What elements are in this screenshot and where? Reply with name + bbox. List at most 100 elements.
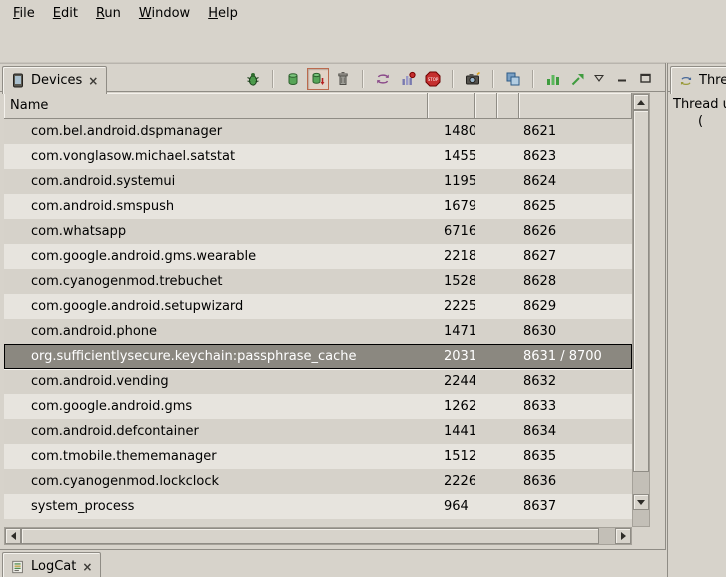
pid-cell: 12623: [428, 394, 475, 419]
column-header-col4[interactable]: [519, 93, 632, 119]
column-header-col1[interactable]: [428, 93, 475, 119]
screen-capture-icon[interactable]: [462, 68, 484, 90]
port-cell: 8629: [519, 294, 632, 319]
update-threads-icon[interactable]: [372, 68, 394, 90]
empty-cell: [475, 394, 497, 419]
menu-file[interactable]: File: [4, 2, 44, 25]
process-row[interactable]: com.tmobile.thememanager15128635: [4, 444, 632, 469]
close-icon[interactable]: [87, 74, 99, 88]
empty-cell: [475, 194, 497, 219]
maximize-icon[interactable]: [637, 70, 653, 86]
update-heap-icon[interactable]: [282, 68, 304, 90]
process-name-cell: com.android.smspush: [4, 194, 428, 219]
process-row[interactable]: org.sufficientlysecure.keychain:passphra…: [4, 344, 632, 369]
pid-cell: 1471: [428, 319, 475, 344]
pid-cell: 6716: [428, 219, 475, 244]
close-icon[interactable]: [81, 560, 93, 574]
minimize-icon[interactable]: [614, 70, 630, 86]
table-header: Name: [4, 93, 632, 119]
empty-cell: [497, 369, 519, 394]
pid-cell: 1512: [428, 444, 475, 469]
stop-process-icon[interactable]: STOP: [422, 68, 444, 90]
scroll-down-button[interactable]: [633, 494, 649, 510]
toolbar-separator: [362, 70, 364, 88]
process-row[interactable]: com.google.android.gms.wearable221858627: [4, 244, 632, 269]
process-row[interactable]: system_process9648637: [4, 494, 632, 519]
empty-cell: [475, 494, 497, 519]
port-cell: 8632: [519, 369, 632, 394]
pid-cell: 22440: [428, 369, 475, 394]
process-name-cell: com.cyanogenmod.trebuchet: [4, 269, 428, 294]
scroll-right-button[interactable]: [615, 528, 631, 544]
process-name-cell: com.google.android.gms: [4, 394, 428, 419]
scroll-up-button[interactable]: [633, 94, 649, 110]
process-name-cell: com.android.systemui: [4, 169, 428, 194]
pid-cell: 1528: [428, 269, 475, 294]
horizontal-scrollbar-thumb[interactable]: [21, 528, 599, 544]
scroll-left-button[interactable]: [5, 528, 21, 544]
pid-cell: 1480: [428, 119, 475, 144]
pid-cell: 22265: [428, 469, 475, 494]
process-row[interactable]: com.vonglasow.michael.satstat145538623: [4, 144, 632, 169]
empty-cell: [497, 294, 519, 319]
left-arrow-icon: [11, 532, 16, 540]
empty-cell: [497, 494, 519, 519]
process-row[interactable]: com.android.vending22440 8632: [4, 369, 632, 394]
process-row[interactable]: com.bel.android.dspmanager14808621: [4, 119, 632, 144]
table-filler: [4, 519, 632, 527]
tab-devices[interactable]: Devices: [2, 66, 107, 94]
process-row[interactable]: com.android.phone14718630: [4, 319, 632, 344]
menu-edit[interactable]: Edit: [44, 2, 87, 25]
empty-cell: [497, 469, 519, 494]
capture-systrace-icon[interactable]: [542, 68, 564, 90]
empty-cell: [475, 119, 497, 144]
column-header-col3[interactable]: [497, 93, 519, 119]
empty-cell: [475, 319, 497, 344]
column-header-col2[interactable]: [475, 93, 497, 119]
toolbar-separator: [492, 70, 494, 88]
toolbar-separator: [532, 70, 534, 88]
process-row[interactable]: com.android.defcontainer144118634: [4, 419, 632, 444]
process-row[interactable]: com.whatsapp67168626: [4, 219, 632, 244]
horizontal-scrollbar[interactable]: [4, 527, 632, 545]
menu-help[interactable]: Help: [199, 2, 247, 25]
debug-icon[interactable]: [242, 68, 264, 90]
process-row[interactable]: com.android.systemui11958624: [4, 169, 632, 194]
empty-cell: [497, 419, 519, 444]
devices-toolbar: STOP: [242, 68, 589, 90]
tab-threads[interactable]: Threads: [670, 66, 726, 94]
process-row[interactable]: com.cyanogenmod.lockclock222658636: [4, 469, 632, 494]
tab-devices-label: Devices: [31, 73, 82, 88]
process-name-cell: com.tmobile.thememanager: [4, 444, 428, 469]
empty-cell: [497, 119, 519, 144]
port-cell: 8637: [519, 494, 632, 519]
empty-cell: [497, 394, 519, 419]
process-name-cell: com.android.vending: [4, 369, 428, 394]
menu-run[interactable]: Run: [87, 2, 130, 25]
vertical-scrollbar-thumb[interactable]: [633, 110, 649, 472]
port-cell: 8625: [519, 194, 632, 219]
cause-gc-icon[interactable]: [332, 68, 354, 90]
empty-cell: [475, 344, 497, 369]
empty-cell: [497, 244, 519, 269]
port-cell: 8623: [519, 144, 632, 169]
view-menu-icon[interactable]: [591, 70, 607, 86]
dump-view-hierarchy-icon[interactable]: [502, 68, 524, 90]
pid-cell: 14411: [428, 419, 475, 444]
device-icon: [10, 73, 26, 89]
vertical-scrollbar[interactable]: [632, 93, 650, 527]
process-row[interactable]: com.android.smspush16798625: [4, 194, 632, 219]
process-row[interactable]: com.google.android.gms126238633: [4, 394, 632, 419]
tab-logcat[interactable]: LogCat: [2, 552, 101, 577]
empty-cell: [475, 419, 497, 444]
opengl-trace-icon[interactable]: [567, 68, 589, 90]
empty-cell: [475, 469, 497, 494]
dump-hprof-icon[interactable]: [307, 68, 329, 90]
threads-message-line2: (: [698, 114, 703, 129]
process-row[interactable]: com.google.android.setupwizard222508629: [4, 294, 632, 319]
process-row[interactable]: com.cyanogenmod.trebuchet15288628: [4, 269, 632, 294]
process-name-cell: com.cyanogenmod.lockclock: [4, 469, 428, 494]
start-method-profiling-icon[interactable]: [397, 68, 419, 90]
column-header-name[interactable]: Name: [4, 93, 428, 119]
menu-window[interactable]: Window: [130, 2, 199, 25]
